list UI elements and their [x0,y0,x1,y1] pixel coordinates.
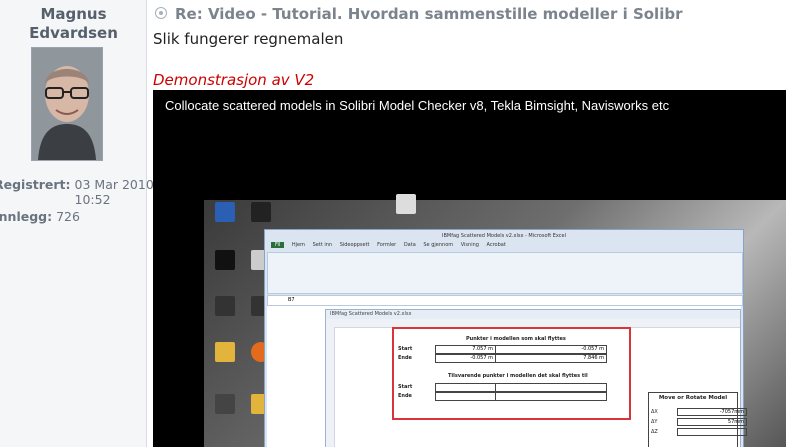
excel-ribbon [267,252,743,294]
post-title-row: Re: Video - Tutorial. Hvordan sammenstil… [155,5,682,23]
sidebar-divider [146,0,147,447]
post-body: Slik fungerer regnemalen [153,30,344,48]
start-label: Start [398,346,413,352]
posts-count: 726 [56,209,80,224]
registered-row: Registrert: 03 Mar 2010, 10:52 [0,177,175,207]
posts-row: Innlegg: 726 [0,209,80,224]
table2-cell [435,383,496,392]
delta-label: ΔY [651,419,658,425]
end-label: Ende [398,393,412,399]
delta-label: ΔX [651,409,658,415]
excel-tab: Data [403,242,416,248]
desktop-icon [240,202,282,224]
table2-cell [495,392,607,401]
excel-tab: Acrobat [486,242,506,248]
delta-value: -7057mm [677,408,747,416]
avatar-photo [32,48,102,160]
demo-heading: Demonstrasjon av V2 [153,71,315,89]
table2-cell [435,392,496,401]
post: Re: Video - Tutorial. Hvordan sammenstil… [153,0,786,447]
post-icon [155,7,167,19]
table1-cell: -0.057 m [435,354,496,363]
avatar[interactable] [31,47,103,161]
excel-title: IBMfag Scattered Models v2.xlsx - Micros… [442,233,566,239]
excel-window: IBMfag Scattered Models v2.xlsx - Micros… [264,229,747,447]
excel-sheet: IBMfag Scattered Models v2.xlsx Punkter … [267,306,747,447]
excel-tab: Visning [460,242,479,248]
excel-inner-title: IBMfag Scattered Models v2.xlsx [326,310,740,319]
highlight-box: Punkter i modellen som skal flyttes Star… [392,327,631,420]
excel-row-headers [326,327,335,447]
delta-value: 57mm [677,418,747,426]
author-sidebar: Magnus Edvardsen Registrert: 03 Mar 2010… [0,0,158,447]
excel-tab: Se gjennom [423,242,454,248]
excel-tabs: Fil Hjem Sett inn Sideoppsett Formler Da… [265,242,743,252]
excel-inner-window: IBMfag Scattered Models v2.xlsx Punkter … [325,309,747,447]
video-frame: IBMfag Scattered Models v2.xlsx - Micros… [204,194,786,447]
posts-label: Innlegg: [0,209,53,224]
end-label: Ende [398,355,412,361]
delta-value [677,428,747,436]
table1-heading: Punkter i modellen som skal flyttes [466,336,566,342]
author-first-name[interactable]: Magnus [0,5,147,23]
author-last-name[interactable]: Edvardsen [0,24,147,42]
table2-cell [495,383,607,392]
excel-tab: Formler [377,242,397,248]
excel-tab: Sideoppsett [339,242,370,248]
video-title[interactable]: Collocate scattered models in Solibri Mo… [165,98,669,113]
move-rotate-title: Move or Rotate Model [658,395,728,401]
excel-formula-bar: B7 [267,295,743,306]
table1-cell: 7.057 m [435,345,496,354]
registered-label: Registrert: [0,177,71,192]
excel-tab: Hjem [291,242,305,248]
move-rotate-box: Move or Rotate Model ΔX -7057mm ΔY 57mm … [648,392,747,447]
video-player[interactable]: Collocate scattered models in Solibri Mo… [153,90,786,447]
post-title[interactable]: Re: Video - Tutorial. Hvordan sammenstil… [175,5,682,23]
table2-heading: Tilsvarende punkter i modellen det skal … [448,373,588,379]
delta-label: ΔZ [651,429,658,435]
table1-cell: 7.846 m [495,354,607,363]
excel-cell-ref: B7 [288,297,295,303]
excel-tab: Sett inn [312,242,333,248]
excel-tab: Fil [271,242,285,248]
start-label: Start [398,384,413,390]
desktop-icon [385,194,427,216]
table1-cell: -0.057 m [495,345,607,354]
